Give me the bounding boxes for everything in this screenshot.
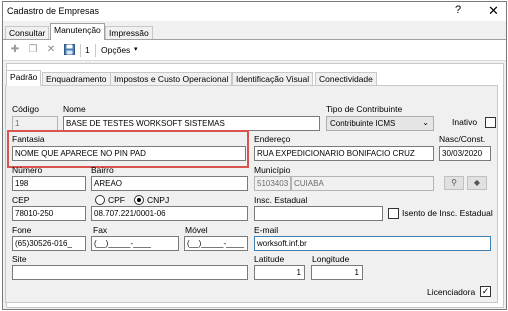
licenciadora-label: Licenciadora <box>427 287 476 297</box>
close-button[interactable]: ✕ <box>488 3 499 19</box>
tab-conectividade[interactable]: Conectividade <box>315 72 377 85</box>
tab-consultar[interactable]: Consultar <box>5 26 50 40</box>
tab-identificacao-visual[interactable]: Identificação Visual <box>232 72 314 85</box>
help-button[interactable]: ? <box>455 4 461 16</box>
delete-icon[interactable]: ✕ <box>45 44 57 56</box>
cnpj-label: CNPJ <box>147 195 170 205</box>
fax-label: Fax <box>93 225 108 235</box>
record-count: 1 <box>85 45 90 55</box>
licenciadora-checkbox[interactable]: ✓ <box>480 286 491 297</box>
isento-label: Isento de Insc. Estadual <box>402 208 493 218</box>
fone-field[interactable]: (65)30526-016_ <box>12 236 86 251</box>
endereco-label: Endereço <box>254 134 291 144</box>
municipio-code-field: 5103403 <box>254 176 291 191</box>
municipio-label: Município <box>254 165 291 175</box>
title-bar: Cadastro de Empresas ? ✕ <box>3 2 506 21</box>
nasc-const-label: Nasc/Const. <box>439 134 486 144</box>
email-field[interactable]: worksoft.inf.br <box>254 236 491 251</box>
numero-field[interactable]: 198 <box>12 176 86 191</box>
tipo-contribuinte-select[interactable]: Contribuinte ICMS ⌄ <box>326 116 434 131</box>
tab-impostos[interactable]: Impostos e Custo Operacional <box>110 72 233 85</box>
movel-label: Móvel <box>185 225 208 235</box>
movel-field[interactable]: (__)_____-____ <box>184 236 248 251</box>
cep-field[interactable]: 78010-250 <box>12 206 86 221</box>
chevron-down-icon: ⌄ <box>422 118 429 127</box>
site-field[interactable] <box>12 265 248 280</box>
options-menu[interactable]: Opções <box>101 45 130 55</box>
cpf-label: CPF <box>108 195 125 205</box>
add-icon[interactable]: ✚ <box>9 44 21 56</box>
window-title: Cadastro de Empresas <box>7 6 100 16</box>
bairro-label: Bairro <box>91 165 114 175</box>
latitude-field[interactable]: 1 <box>254 265 305 280</box>
tab-impressao[interactable]: Impressão <box>105 26 153 40</box>
isento-checkbox[interactable] <box>388 208 399 219</box>
nome-field[interactable]: BASE DE TESTES WORKSOFT SISTEMAS <box>63 116 320 131</box>
insc-estadual-field[interactable] <box>254 206 383 221</box>
cnpj-field[interactable]: 08.707.221/0001-06 <box>91 206 248 221</box>
site-label: Site <box>12 254 27 264</box>
endereco-field[interactable]: RUA EXPEDICIONARIO BONIFACIO CRUZ <box>254 146 434 161</box>
tab-manutencao[interactable]: Manutenção <box>50 23 105 40</box>
longitude-label: Longitude <box>312 254 350 264</box>
binoculars-icon[interactable]: ⚲ <box>444 176 464 190</box>
tipo-contribuinte-value: Contribuinte ICMS <box>330 119 396 128</box>
municipio-name-field: CUIABA <box>291 176 434 191</box>
fantasia-highlight-box <box>7 130 249 168</box>
numero-label: Número <box>12 165 43 175</box>
save-icon[interactable] <box>63 44 75 56</box>
nome-label: Nome <box>63 104 86 114</box>
fax-field[interactable]: (__)_____-____ <box>91 236 179 251</box>
toolbar: ✚ ❐ ✕ 1 Opções ▾ <box>3 39 506 61</box>
tab-enquadramento[interactable]: Enquadramento <box>42 72 111 85</box>
toolbar-separator <box>80 44 81 57</box>
insc-estadual-label: Insc. Estadual <box>254 195 308 205</box>
codigo-field: 1 <box>12 116 58 131</box>
cnpj-radio[interactable] <box>134 195 144 205</box>
clear-icon[interactable]: ◆ <box>467 176 487 190</box>
chevron-down-icon[interactable]: ▾ <box>134 45 138 53</box>
email-label: E-mail <box>254 225 279 235</box>
nasc-const-field[interactable]: 30/03/2020 <box>439 146 491 161</box>
copy-icon[interactable]: ❐ <box>27 44 39 56</box>
tab-padrao[interactable]: Padrão <box>6 70 42 86</box>
main-tabs: Consultar Manutenção Impressão <box>3 23 506 40</box>
latitude-label: Latitude <box>254 254 285 264</box>
tipo-contribuinte-label: Tipo de Contribuinte <box>326 104 403 114</box>
cep-label: CEP <box>12 195 30 205</box>
longitude-field[interactable]: 1 <box>311 265 363 280</box>
inativo-checkbox[interactable] <box>485 117 496 128</box>
codigo-label: Código <box>12 104 39 114</box>
toolbar-separator <box>95 44 96 57</box>
bairro-field[interactable]: AREAO <box>91 176 248 191</box>
fone-label: Fone <box>12 225 32 235</box>
cpf-radio[interactable] <box>95 195 105 205</box>
inativo-label: Inativo <box>452 117 478 127</box>
